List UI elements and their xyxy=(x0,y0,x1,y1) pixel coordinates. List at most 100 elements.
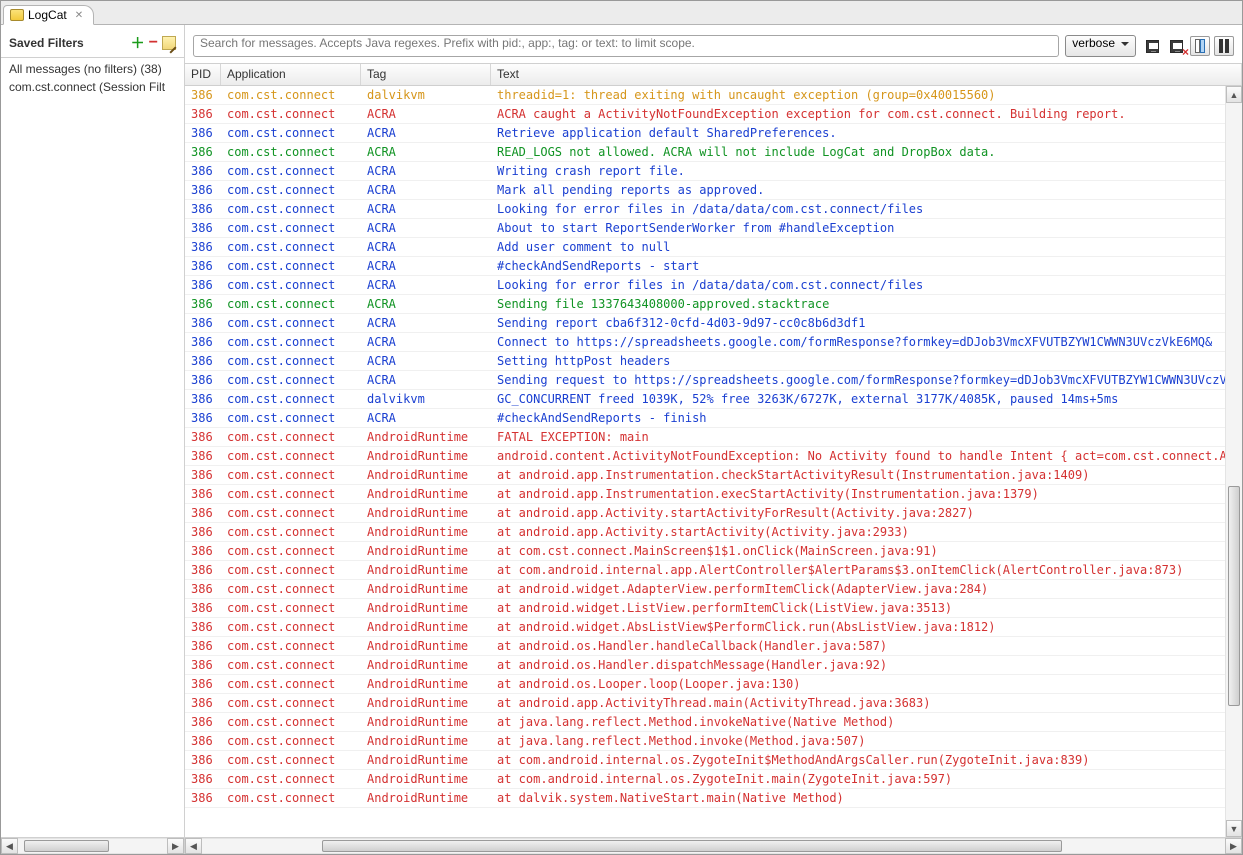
scroll-left-icon[interactable]: ◀ xyxy=(1,838,18,854)
table-row[interactable]: 386com.cst.connectACRALooking for error … xyxy=(185,200,1225,219)
vscroll-thumb[interactable] xyxy=(1228,486,1240,706)
table-row[interactable]: 386com.cst.connectACRA#checkAndSendRepor… xyxy=(185,409,1225,428)
cell-app: com.cst.connect xyxy=(221,164,361,178)
scroll-track[interactable] xyxy=(18,838,167,854)
scroll-thumb[interactable] xyxy=(322,840,1062,852)
edit-filter-icon[interactable] xyxy=(162,36,176,50)
cell-text: #checkAndSendReports - start xyxy=(491,259,1225,273)
table-row[interactable]: 386com.cst.connectACRAAbout to start Rep… xyxy=(185,219,1225,238)
cell-pid: 386 xyxy=(185,354,221,368)
search-input[interactable]: Search for messages. Accepts Java regexe… xyxy=(193,35,1059,57)
cell-tag: ACRA xyxy=(361,145,491,159)
chevron-down-icon xyxy=(1121,42,1129,50)
scroll-right-icon[interactable]: ▶ xyxy=(1225,838,1242,854)
table-row[interactable]: 386com.cst.connectAndroidRuntimeat andro… xyxy=(185,694,1225,713)
table-row[interactable]: 386com.cst.connectACRASending file 13376… xyxy=(185,295,1225,314)
table-row[interactable]: 386com.cst.connectACRAAdd user comment t… xyxy=(185,238,1225,257)
cell-text: at dalvik.system.NativeStart.main(Native… xyxy=(491,791,1225,805)
scroll-thumb[interactable] xyxy=(24,840,109,852)
cell-text: at android.app.ActivityThread.main(Activ… xyxy=(491,696,1225,710)
col-text[interactable]: Text xyxy=(491,64,1242,85)
save-icon xyxy=(1146,40,1159,53)
col-tag[interactable]: Tag xyxy=(361,64,491,85)
save-log-button[interactable] xyxy=(1142,36,1162,56)
table-row[interactable]: 386com.cst.connectAndroidRuntimeat andro… xyxy=(185,675,1225,694)
close-icon[interactable]: ✕ xyxy=(75,10,83,21)
cell-pid: 386 xyxy=(185,430,221,444)
table-row[interactable]: 386com.cst.connectAndroidRuntimeat com.a… xyxy=(185,770,1225,789)
cell-pid: 386 xyxy=(185,126,221,140)
cell-app: com.cst.connect xyxy=(221,772,361,786)
cell-text: #checkAndSendReports - finish xyxy=(491,411,1225,425)
saved-filters-title: Saved Filters xyxy=(9,36,131,50)
cell-app: com.cst.connect xyxy=(221,183,361,197)
cell-pid: 386 xyxy=(185,658,221,672)
table-row[interactable]: 386com.cst.connectAndroidRuntimeat andro… xyxy=(185,523,1225,542)
col-pid[interactable]: PID xyxy=(185,64,221,85)
scroll-left-icon[interactable]: ◀ xyxy=(185,838,202,854)
col-application[interactable]: Application xyxy=(221,64,361,85)
cell-tag: AndroidRuntime xyxy=(361,715,491,729)
table-row[interactable]: 386com.cst.connectdalvikvmGC_CONCURRENT … xyxy=(185,390,1225,409)
add-filter-icon[interactable]: ＋ xyxy=(131,36,145,50)
cell-tag: ACRA xyxy=(361,126,491,140)
table-row[interactable]: 386com.cst.connectdalvikvmthreadid=1: th… xyxy=(185,86,1225,105)
tab-logcat[interactable]: LogCat ✕ xyxy=(3,5,94,25)
cell-tag: ACRA xyxy=(361,278,491,292)
table-row[interactable]: 386com.cst.connectACRARetrieve applicati… xyxy=(185,124,1225,143)
remove-filter-icon[interactable]: − xyxy=(149,35,158,51)
cell-tag: ACRA xyxy=(361,107,491,121)
scroll-up-icon[interactable]: ▲ xyxy=(1226,86,1242,103)
main-hscroll[interactable]: ◀ ▶ xyxy=(185,837,1242,854)
table-row[interactable]: 386com.cst.connectAndroidRuntimeat com.c… xyxy=(185,542,1225,561)
table-row[interactable]: 386com.cst.connectAndroidRuntimeat andro… xyxy=(185,618,1225,637)
table-row[interactable]: 386com.cst.connectAndroidRuntimeat com.a… xyxy=(185,561,1225,580)
cell-tag: AndroidRuntime xyxy=(361,753,491,767)
table-row[interactable]: 386com.cst.connectAndroidRuntimeat andro… xyxy=(185,599,1225,618)
table-row[interactable]: 386com.cst.connectACRASetting httpPost h… xyxy=(185,352,1225,371)
cell-tag: AndroidRuntime xyxy=(361,696,491,710)
table-row[interactable]: 386com.cst.connectAndroidRuntimeat andro… xyxy=(185,656,1225,675)
table-row[interactable]: 386com.cst.connectAndroidRuntimeat andro… xyxy=(185,580,1225,599)
table-row[interactable]: 386com.cst.connectAndroidRuntimeandroid.… xyxy=(185,447,1225,466)
scroll-track[interactable] xyxy=(202,838,1225,854)
filter-item-all[interactable]: All messages (no filters) (38) xyxy=(1,60,184,78)
table-row[interactable]: 386com.cst.connectAndroidRuntimeat dalvi… xyxy=(185,789,1225,808)
table-row[interactable]: 386com.cst.connectACRA#checkAndSendRepor… xyxy=(185,257,1225,276)
scroll-down-icon[interactable]: ▼ xyxy=(1226,820,1242,837)
scroll-lock-button[interactable] xyxy=(1214,36,1234,56)
table-row[interactable]: 386com.cst.connectAndroidRuntimeat java.… xyxy=(185,713,1225,732)
cell-pid: 386 xyxy=(185,753,221,767)
table-row[interactable]: 386com.cst.connectAndroidRuntimeat andro… xyxy=(185,485,1225,504)
cell-tag: ACRA xyxy=(361,411,491,425)
sidebar-hscroll[interactable]: ◀ ▶ xyxy=(1,837,184,854)
table-row[interactable]: 386com.cst.connectACRASending request to… xyxy=(185,371,1225,390)
table-row[interactable]: 386com.cst.connectACRAREAD_LOGS not allo… xyxy=(185,143,1225,162)
log-level-select[interactable]: verbose xyxy=(1065,35,1136,57)
table-row[interactable]: 386com.cst.connectAndroidRuntimeat andro… xyxy=(185,466,1225,485)
cell-text: Mark all pending reports as approved. xyxy=(491,183,1225,197)
table-row[interactable]: 386com.cst.connectAndroidRuntimeat andro… xyxy=(185,637,1225,656)
cell-text: at java.lang.reflect.Method.invokeNative… xyxy=(491,715,1225,729)
cell-pid: 386 xyxy=(185,715,221,729)
table-row[interactable]: 386com.cst.connectAndroidRuntimeat java.… xyxy=(185,732,1225,751)
table-row[interactable]: 386com.cst.connectACRAACRA caught a Acti… xyxy=(185,105,1225,124)
display-view-button[interactable] xyxy=(1190,36,1210,56)
table-row[interactable]: 386com.cst.connectACRAWriting crash repo… xyxy=(185,162,1225,181)
table-row[interactable]: 386com.cst.connectACRALooking for error … xyxy=(185,276,1225,295)
filter-item-session[interactable]: com.cst.connect (Session Filt xyxy=(1,78,184,96)
table-row[interactable]: 386com.cst.connectACRAConnect to https:/… xyxy=(185,333,1225,352)
cell-app: com.cst.connect xyxy=(221,392,361,406)
vertical-scrollbar[interactable]: ▲ ▼ xyxy=(1225,86,1242,837)
log-rows[interactable]: 386com.cst.connectdalvikvmthreadid=1: th… xyxy=(185,86,1225,837)
table-row[interactable]: 386com.cst.connectAndroidRuntimeat andro… xyxy=(185,504,1225,523)
table-row[interactable]: 386com.cst.connectAndroidRuntimeat com.a… xyxy=(185,751,1225,770)
clear-log-button[interactable] xyxy=(1166,36,1186,56)
table-row[interactable]: 386com.cst.connectACRASending report cba… xyxy=(185,314,1225,333)
cell-app: com.cst.connect xyxy=(221,582,361,596)
table-row[interactable]: 386com.cst.connectACRAMark all pending r… xyxy=(185,181,1225,200)
cell-pid: 386 xyxy=(185,221,221,235)
scroll-right-icon[interactable]: ▶ xyxy=(167,838,184,854)
toolbar: Search for messages. Accepts Java regexe… xyxy=(185,25,1242,63)
table-row[interactable]: 386com.cst.connectAndroidRuntimeFATAL EX… xyxy=(185,428,1225,447)
